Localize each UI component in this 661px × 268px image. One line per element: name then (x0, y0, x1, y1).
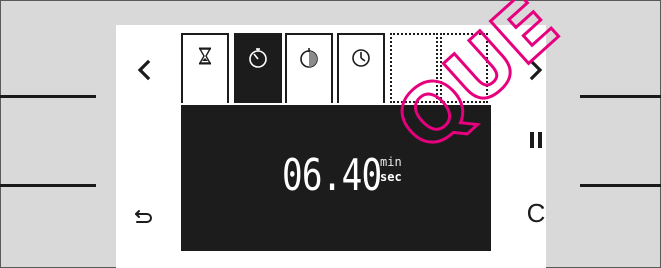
bezel-line-right-top (580, 95, 661, 98)
tab-hourglass[interactable] (181, 33, 229, 103)
right-arrow-icon (529, 59, 543, 81)
back-button[interactable] (124, 196, 164, 236)
next-button[interactable] (516, 50, 556, 90)
tab-duration[interactable] (285, 33, 333, 103)
hourglass-icon (198, 47, 212, 65)
time-readout: 06.40 min sec (282, 150, 402, 202)
pause-icon (530, 132, 542, 148)
timer-duration-icon (300, 48, 318, 68)
time-value: 06.40 (282, 150, 382, 201)
tab-stopwatch[interactable] (234, 33, 282, 103)
clock-icon (352, 49, 370, 67)
pause-button[interactable] (516, 120, 556, 160)
previous-button[interactable] (124, 50, 164, 90)
back-icon (135, 210, 152, 223)
cancel-button[interactable]: C (516, 193, 556, 233)
cancel-label: C (526, 197, 546, 228)
tab-clock[interactable] (337, 33, 385, 103)
stopwatch-icon (249, 48, 267, 68)
bezel-line-left-bottom (0, 184, 96, 187)
bezel-line-right-bottom (580, 184, 661, 187)
bezel-line-left-top (0, 95, 96, 98)
unit-min: min (380, 155, 402, 169)
left-arrow-icon (137, 59, 151, 81)
tab-empty-1 (390, 33, 438, 103)
time-units: min sec (380, 156, 402, 183)
tab-empty-2 (440, 33, 488, 103)
unit-sec: sec (380, 170, 402, 184)
